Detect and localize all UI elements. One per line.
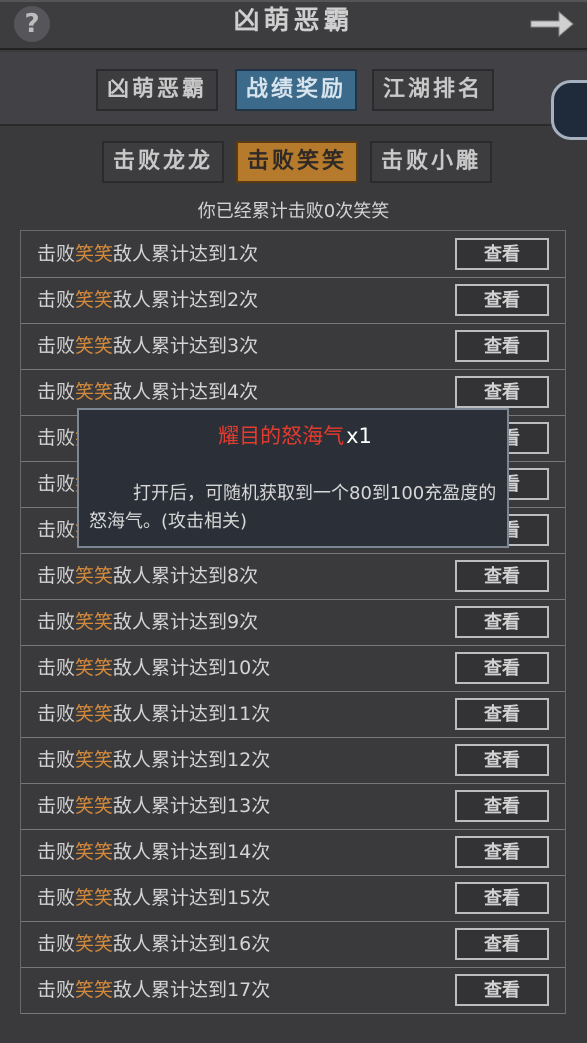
view-button[interactable]: 查看 <box>455 606 549 638</box>
list-item: 击败笑笑敌人累计达到3次 查看 <box>21 323 565 370</box>
top-bar: ? 凶萌恶霸 <box>0 0 587 50</box>
list-item: 击败笑笑敌人累计达到14次 查看 <box>21 829 565 876</box>
view-button[interactable]: 查看 <box>455 284 549 316</box>
list-item-label: 击败笑笑敌人累计达到11次 <box>37 703 271 725</box>
list-item: 击败笑笑敌人累计达到15次 查看 <box>21 875 565 922</box>
view-button[interactable]: 查看 <box>455 928 549 960</box>
list-item: 击败笑笑敌人累计达到8次 查看 <box>21 553 565 600</box>
list-item-label: 击败笑笑敌人累计达到12次 <box>37 749 271 771</box>
tooltip-title: 耀目的怒海气x1 <box>79 420 511 450</box>
view-button[interactable]: 查看 <box>455 560 549 592</box>
list-item-label: 击败笑笑敌人累计达到2次 <box>37 289 259 311</box>
list-item: 击败笑笑敌人累计达到10次 查看 <box>21 645 565 692</box>
list-item-label: 击败笑笑敌人累计达到15次 <box>37 887 271 909</box>
view-button[interactable]: 查看 <box>455 744 549 776</box>
view-button[interactable]: 查看 <box>455 238 549 270</box>
subtab-defeat-longlong[interactable]: 击败龙龙 <box>102 141 224 183</box>
view-button[interactable]: 查看 <box>455 836 549 868</box>
subtab-defeat-xiaoxiao[interactable]: 击败笑笑 <box>236 141 358 183</box>
view-button[interactable]: 查看 <box>455 376 549 408</box>
defeat-summary: 你已经累计击败0次笑笑 <box>197 201 390 222</box>
list-item: 击败笑笑敌人累计达到17次 查看 <box>21 967 565 1014</box>
tooltip-quantity: x1 <box>346 424 372 448</box>
list-item-label: 击败笑笑敌人累计达到3次 <box>37 335 259 357</box>
item-tooltip: 耀目的怒海气x1 打开后，可随机获取到一个80到100充盈度的怒海气。(攻击相关… <box>77 408 509 548</box>
arrow-right-icon[interactable] <box>527 4 577 44</box>
tab-zhanji-jiangli[interactable]: 战绩奖励 <box>235 69 357 111</box>
list-item-label: 击败笑笑敌人累计达到17次 <box>37 979 271 1001</box>
page-title: 凶萌恶霸 <box>233 6 354 36</box>
list-item-label: 击败笑笑敌人累计达到8次 <box>37 565 259 587</box>
list-item: 击败笑笑敌人累计达到12次 查看 <box>21 737 565 784</box>
view-button[interactable]: 查看 <box>455 790 549 822</box>
tab-jianghu-paiming[interactable]: 江湖排名 <box>372 69 494 111</box>
view-button[interactable]: 查看 <box>455 698 549 730</box>
tab-xiongmeng-eba[interactable]: 凶萌恶霸 <box>96 69 218 111</box>
list-item-label: 击败笑笑敌人累计达到16次 <box>37 933 271 955</box>
subtab-defeat-xiaodiao[interactable]: 击败小雕 <box>370 141 492 183</box>
side-badge-icon[interactable] <box>551 80 587 140</box>
list-item-label: 击败笑笑敌人累计达到1次 <box>37 243 259 265</box>
list-item-label: 击败笑笑敌人累计达到9次 <box>37 611 259 633</box>
list-item-label: 击败笑笑敌人累计达到13次 <box>37 795 271 817</box>
view-button[interactable]: 查看 <box>455 652 549 684</box>
list-item: 击败笑笑敌人累计达到9次 查看 <box>21 599 565 646</box>
list-item: 击败笑笑敌人累计达到13次 查看 <box>21 783 565 830</box>
view-button[interactable]: 查看 <box>455 974 549 1006</box>
list-item-label: 击败笑笑敌人累计达到14次 <box>37 841 271 863</box>
tooltip-description: 打开后，可随机获取到一个80到100充盈度的怒海气。(攻击相关) <box>89 483 497 532</box>
view-button[interactable]: 查看 <box>455 882 549 914</box>
view-button[interactable]: 查看 <box>455 330 549 362</box>
tooltip-item-name: 耀目的怒海气 <box>218 424 345 448</box>
main-tab-strip: 凶萌恶霸 战绩奖励 江湖排名 <box>0 52 587 126</box>
list-item: 击败笑笑敌人累计达到1次 查看 <box>21 231 565 278</box>
list-item: 击败笑笑敌人累计达到16次 查看 <box>21 921 565 968</box>
list-item-label: 击败笑笑敌人累计达到10次 <box>37 657 271 679</box>
list-item: 击败笑笑敌人累计达到11次 查看 <box>21 691 565 738</box>
reward-list: 击败笑笑敌人累计达到1次 查看 击败笑笑敌人累计达到2次 查看 击败笑笑敌人累计达到3次… <box>20 230 566 1014</box>
list-item: 击败笑笑敌人累计达到2次 查看 <box>21 277 565 324</box>
